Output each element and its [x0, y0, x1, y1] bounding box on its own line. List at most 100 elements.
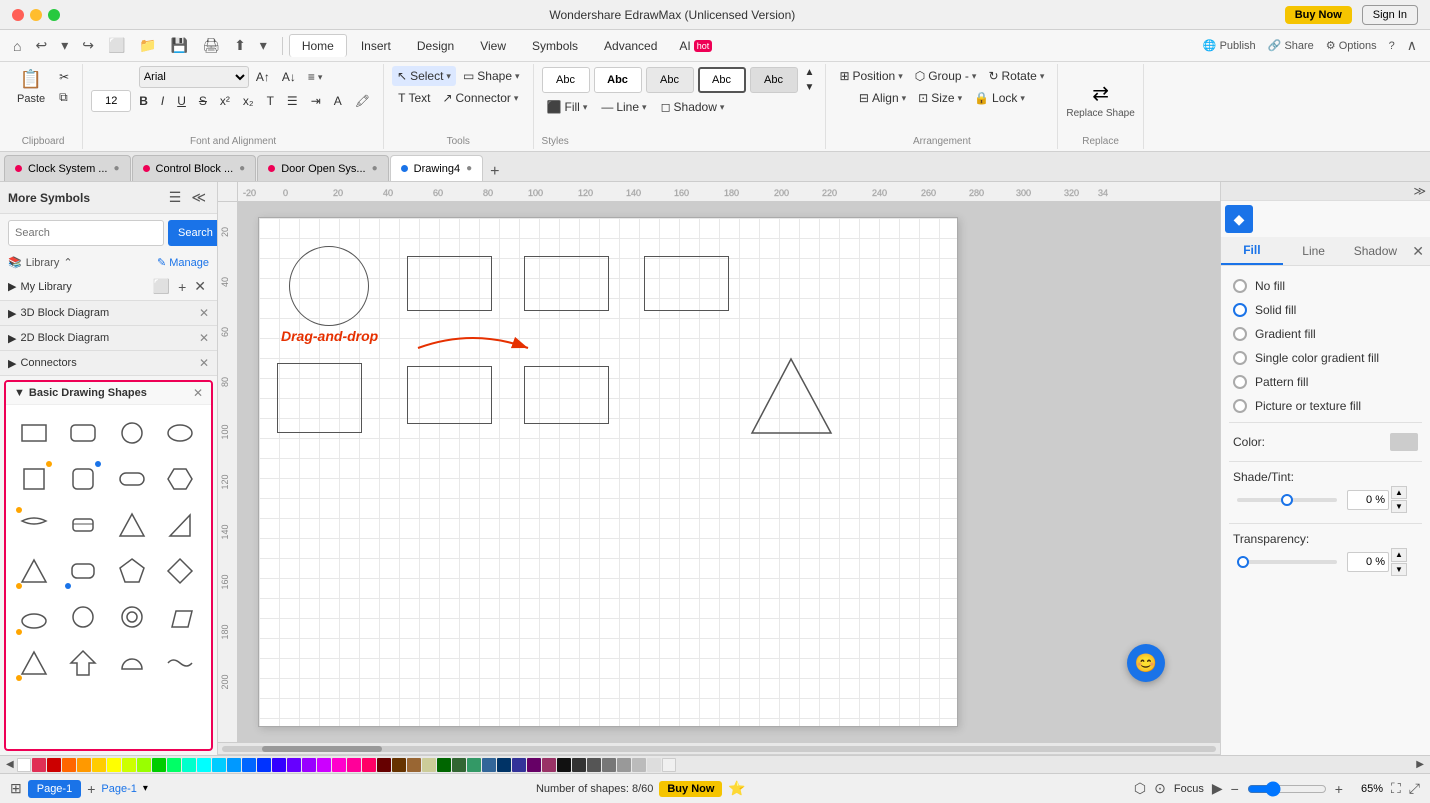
shape-triangle-2[interactable] — [14, 551, 54, 591]
shape-small-rect[interactable] — [14, 413, 54, 453]
shape-stadium[interactable] — [112, 459, 152, 499]
canvas-rect-3[interactable] — [644, 256, 729, 311]
color-dark-blue[interactable] — [257, 758, 271, 772]
fill-indicator-icon[interactable]: ◆ — [1225, 205, 1253, 233]
page-settings-btn[interactable]: ⊞ — [10, 780, 22, 797]
style-swatch-5[interactable]: Abc — [750, 67, 798, 93]
indent-btn[interactable]: ⇥ — [306, 91, 326, 111]
shape-arrow-triangle[interactable] — [63, 643, 103, 683]
star-icon[interactable]: ⭐ — [728, 780, 745, 797]
shape-oval[interactable] — [14, 597, 54, 637]
color-hot-pink[interactable] — [362, 758, 376, 772]
color-green[interactable] — [152, 758, 166, 772]
color-dark-gray[interactable] — [572, 758, 586, 772]
fullscreen-btn[interactable]: ⤢ — [1409, 780, 1420, 797]
cut-button[interactable]: ✂ — [54, 67, 74, 87]
font-size-input[interactable] — [91, 90, 131, 112]
color-maroon[interactable] — [377, 758, 391, 772]
connectors-close-btn[interactable]: ✕ — [199, 356, 209, 370]
palette-arrow-right[interactable]: ▶ — [1414, 759, 1426, 770]
shade-down-btn[interactable]: ▼ — [1391, 500, 1407, 513]
color-light-gray[interactable] — [617, 758, 631, 772]
shade-value-input[interactable] — [1347, 490, 1389, 510]
color-very-light-gray[interactable] — [647, 758, 661, 772]
underline-btn[interactable]: U — [172, 91, 191, 111]
bold-btn[interactable]: B — [134, 91, 153, 111]
menu-tab-ai[interactable]: AI hot — [671, 35, 720, 57]
shape-parallelogram[interactable] — [160, 597, 200, 637]
horizontal-scrollbar[interactable] — [218, 742, 1220, 754]
export-button[interactable]: ⬆ — [229, 34, 251, 57]
style-swatch-1[interactable]: Abc — [542, 67, 590, 93]
canvas-rect-2[interactable] — [524, 256, 609, 311]
page-tab-1[interactable]: Page-1 — [28, 780, 81, 798]
shape-circle[interactable] — [112, 413, 152, 453]
2d-block-header[interactable]: ▶ 2D Block Diagram ✕ — [0, 326, 217, 350]
color-red-1[interactable] — [32, 758, 46, 772]
new-button[interactable]: ⬜ — [103, 34, 130, 57]
transparency-value-input[interactable] — [1347, 552, 1389, 572]
fill-option-no-fill[interactable]: No fill — [1229, 274, 1422, 298]
color-forest-green[interactable] — [452, 758, 466, 772]
color-orange[interactable] — [62, 758, 76, 772]
maximize-traffic-light[interactable] — [48, 9, 60, 21]
sign-in-button[interactable]: Sign In — [1362, 5, 1418, 25]
3d-block-header[interactable]: ▶ 3D Block Diagram ✕ — [0, 301, 217, 325]
align-btn[interactable]: ≡ ▾ — [303, 67, 328, 87]
position-btn[interactable]: ⊞ Position ▾ — [834, 66, 907, 86]
line-style-btn[interactable]: — Line ▾ — [596, 97, 651, 117]
share-button[interactable]: 🔗 Share — [1263, 36, 1319, 55]
tab-control-block[interactable]: Control Block ... ● — [132, 155, 257, 181]
copy-button[interactable]: ⧉ — [54, 87, 73, 108]
layers-btn[interactable]: ⬡ — [1134, 780, 1146, 797]
menu-tab-symbols[interactable]: Symbols — [520, 35, 590, 57]
color-blue-1[interactable] — [227, 758, 241, 772]
fill-option-single-gradient[interactable]: Single color gradient fill — [1229, 346, 1422, 370]
minimize-traffic-light[interactable] — [30, 9, 42, 21]
fill-option-gradient[interactable]: Gradient fill — [1229, 322, 1422, 346]
menu-tab-view[interactable]: View — [468, 35, 518, 57]
buy-now-bottom-btn[interactable]: Buy Now — [659, 781, 722, 797]
shape-half-circle[interactable] — [112, 643, 152, 683]
menu-tab-home[interactable]: Home — [289, 34, 347, 57]
shape-square[interactable] — [14, 459, 54, 499]
decrease-font-btn[interactable]: A↓ — [277, 67, 301, 87]
transparency-up-btn[interactable]: ▲ — [1391, 548, 1407, 561]
2d-block-close-btn[interactable]: ✕ — [199, 331, 209, 345]
color-steel-blue[interactable] — [482, 758, 496, 772]
sidebar-collapse-icon[interactable]: ≪ — [188, 188, 209, 207]
color-black[interactable] — [557, 758, 571, 772]
color-teal[interactable] — [182, 758, 196, 772]
color-navy[interactable] — [497, 758, 511, 772]
color-lime[interactable] — [137, 758, 151, 772]
home-icon-btn[interactable]: ⌂ — [8, 35, 26, 57]
style-swatch-4[interactable]: Abc — [698, 67, 746, 93]
color-purple[interactable] — [302, 758, 316, 772]
shape-ellipse[interactable] — [160, 413, 200, 453]
shape-diamond[interactable] — [160, 551, 200, 591]
options-button[interactable]: ⚙ Options — [1321, 36, 1382, 55]
transparency-down-btn[interactable]: ▼ — [1391, 563, 1407, 576]
rp-tab-shadow[interactable]: Shadow — [1345, 238, 1407, 264]
canvas-rect-1[interactable] — [407, 256, 492, 311]
search-button[interactable]: Search — [168, 220, 218, 246]
subscript-btn[interactable]: x₂ — [238, 91, 259, 111]
fill-btn[interactable]: ⬛ Fill ▾ — [542, 97, 593, 117]
canvas-rect-4[interactable] — [277, 363, 362, 433]
rp-tab-fill[interactable]: Fill — [1221, 237, 1283, 265]
lock-btn[interactable]: 🔒 Lock ▾ — [969, 88, 1030, 108]
fill-option-solid[interactable]: Solid fill — [1229, 298, 1422, 322]
color-yellow[interactable] — [92, 758, 106, 772]
menu-tab-insert[interactable]: Insert — [349, 35, 403, 57]
shape-rounded-square[interactable] — [63, 459, 103, 499]
shapes-panel-close-btn[interactable]: ✕ — [193, 386, 203, 400]
buy-now-button[interactable]: Buy Now — [1285, 6, 1352, 24]
shape-right-triangle[interactable] — [160, 505, 200, 545]
color-medium-green[interactable] — [467, 758, 481, 772]
color-bright-yellow[interactable] — [107, 758, 121, 772]
my-library-add-btn[interactable]: + — [175, 277, 189, 296]
color-mauve[interactable] — [542, 758, 556, 772]
color-swatch[interactable] — [1390, 433, 1418, 451]
highlight-btn[interactable]: 🖍 — [350, 91, 375, 111]
styles-down-btn[interactable]: ▼ — [802, 81, 818, 94]
